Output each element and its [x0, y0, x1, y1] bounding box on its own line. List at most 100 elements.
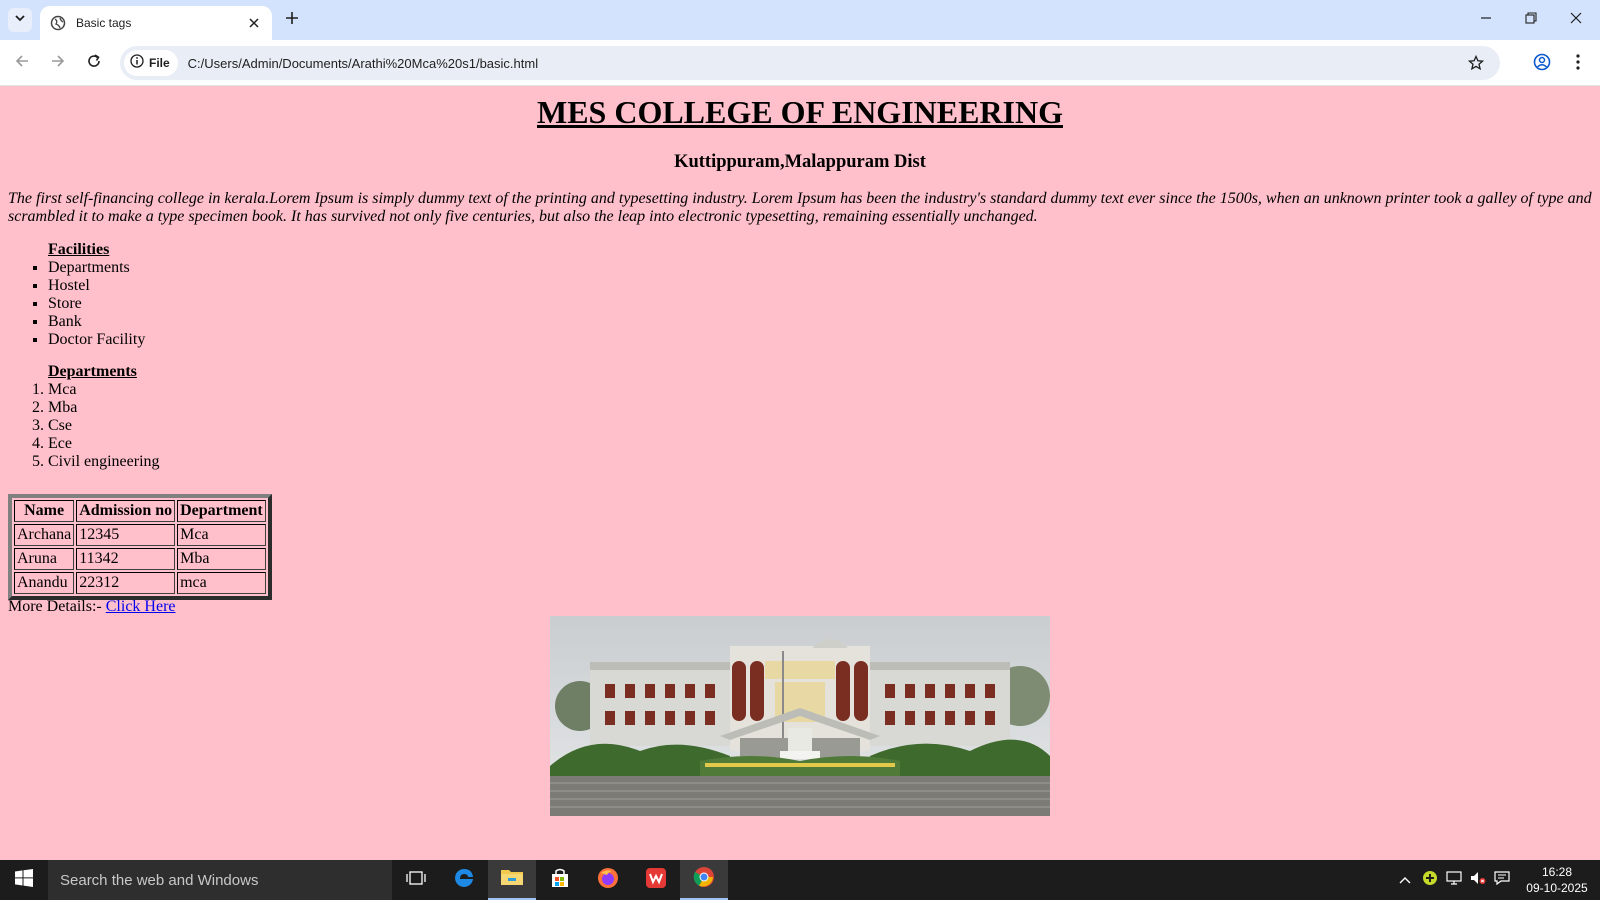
show-hidden-icons-button[interactable] [1396, 860, 1414, 900]
back-button[interactable] [10, 51, 34, 75]
tab-search-button[interactable] [8, 8, 32, 32]
list-item: Doctor Facility [48, 331, 145, 349]
task-view-button[interactable] [392, 860, 440, 900]
reload-button[interactable] [82, 51, 106, 75]
tray-app-icon [1422, 870, 1438, 891]
store-taskbar-button[interactable] [536, 860, 584, 900]
address-bar[interactable]: File C:/Users/Admin/Documents/Arathi%20M… [120, 46, 1500, 80]
table-cell: 22312 [76, 572, 176, 594]
more-vertical-icon [1576, 53, 1580, 75]
url-text[interactable]: C:/Users/Admin/Documents/Arathi%20Mca%20… [188, 56, 538, 71]
firefox-taskbar-button[interactable] [584, 860, 632, 900]
table-row: Aruna 11342 Mba [14, 548, 266, 570]
taskbar-search[interactable]: Search the web and Windows [48, 860, 392, 900]
restore-button[interactable] [1517, 8, 1545, 32]
more-details-label: More Details:- [8, 598, 102, 615]
table-cell: 11342 [76, 548, 176, 570]
site-info-label: File [149, 56, 170, 70]
click-here-link[interactable]: Click Here [106, 598, 176, 615]
students-table: Name Admission no Department Archana 123… [8, 494, 272, 600]
tab-basic-tags[interactable]: Basic tags [40, 6, 272, 40]
list-item: Civil engineering [48, 453, 160, 471]
table-cell: Mba [177, 548, 266, 570]
folder-icon [500, 867, 524, 892]
tray-app-button[interactable] [1420, 860, 1440, 900]
list-item: Hostel [48, 277, 145, 295]
close-tab-icon[interactable] [246, 15, 262, 31]
close-window-button[interactable] [1562, 8, 1590, 32]
firefox-icon [597, 867, 619, 894]
column-header: Department [177, 500, 266, 522]
new-tab-button[interactable] [282, 10, 302, 30]
more-details: More Details:- Click Here [8, 598, 176, 616]
column-header: Name [14, 500, 75, 522]
table-cell: Mca [177, 524, 266, 546]
list-item: Store [48, 295, 145, 313]
clock-date: 09-10-2025 [1526, 881, 1588, 895]
chrome-icon [693, 866, 715, 893]
facilities-heading: Facilities [48, 241, 110, 258]
chevron-down-icon [14, 11, 26, 29]
arrow-left-icon [14, 53, 30, 74]
store-icon [550, 868, 570, 893]
wps-office-icon [645, 867, 667, 894]
forward-button[interactable] [46, 51, 70, 75]
network-button[interactable] [1444, 860, 1464, 900]
table-cell: mca [177, 572, 266, 594]
list-item: Cse [48, 417, 160, 435]
wps-taskbar-button[interactable] [632, 860, 680, 900]
table-cell: Anandu [14, 572, 75, 594]
departments-heading: Departments [48, 363, 137, 380]
arrow-right-icon [50, 53, 66, 74]
page-title: MES COLLEGE OF ENGINEERING [0, 94, 1600, 131]
chevron-up-icon [1399, 871, 1411, 889]
profile-icon [1533, 53, 1551, 76]
network-icon [1446, 870, 1462, 890]
column-header: Admission no [76, 500, 176, 522]
start-button[interactable] [0, 860, 48, 900]
table-cell: Aruna [14, 548, 75, 570]
task-view-icon [406, 870, 426, 891]
edge-icon [453, 867, 475, 894]
table-row: Archana 12345 Mca [14, 524, 266, 546]
site-info-chip[interactable]: File [124, 50, 178, 76]
list-item: Ece [48, 435, 160, 453]
file-explorer-taskbar-button[interactable] [488, 860, 536, 900]
profile-button[interactable] [1530, 52, 1554, 76]
action-center-icon [1494, 870, 1510, 890]
reload-icon [86, 53, 102, 74]
minimize-icon [1480, 11, 1492, 29]
table-row: Anandu 22312 mca [14, 572, 266, 594]
browser-menu-button[interactable] [1568, 52, 1588, 76]
minimize-button[interactable] [1472, 8, 1500, 32]
table-cell: 12345 [76, 524, 176, 546]
volume-button[interactable] [1468, 860, 1488, 900]
list-item: Mba [48, 399, 160, 417]
page-subtitle: Kuttippuram,Malappuram Dist [674, 152, 926, 172]
globe-icon [50, 15, 66, 31]
chrome-taskbar-button[interactable] [680, 860, 728, 900]
taskbar-clock[interactable]: 16:28 09-10-2025 [1520, 864, 1594, 896]
volume-muted-icon [1470, 871, 1486, 890]
taskbar-search-placeholder: Search the web and Windows [60, 871, 259, 889]
table-header-row: Name Admission no Department [14, 500, 266, 522]
bookmark-star-icon[interactable] [1466, 53, 1486, 73]
close-icon [1570, 11, 1582, 29]
info-icon [130, 53, 144, 73]
taskbar: Search the web and Windows 16:28 09-10-2… [0, 860, 1600, 900]
table-cell: Archana [14, 524, 75, 546]
tab-title: Basic tags [76, 16, 132, 30]
clock-time: 16:28 [1541, 865, 1573, 879]
page-title-text: MES COLLEGE OF ENGINEERING [536, 94, 1063, 130]
notifications-button[interactable] [1492, 860, 1512, 900]
list-item: Bank [48, 313, 145, 331]
intro-paragraph: The first self-financing college in kera… [8, 190, 1592, 225]
list-item: Departments [48, 259, 145, 277]
page-content: MES COLLEGE OF ENGINEERING Kuttippuram,M… [0, 86, 1600, 860]
windows-logo-icon [15, 868, 33, 892]
tab-strip: Basic tags [0, 0, 1600, 40]
facilities-list: Departments Hostel Store Bank Doctor Fac… [48, 259, 145, 349]
list-item: Mca [48, 381, 160, 399]
edge-taskbar-button[interactable] [440, 860, 488, 900]
plus-icon [285, 11, 299, 30]
